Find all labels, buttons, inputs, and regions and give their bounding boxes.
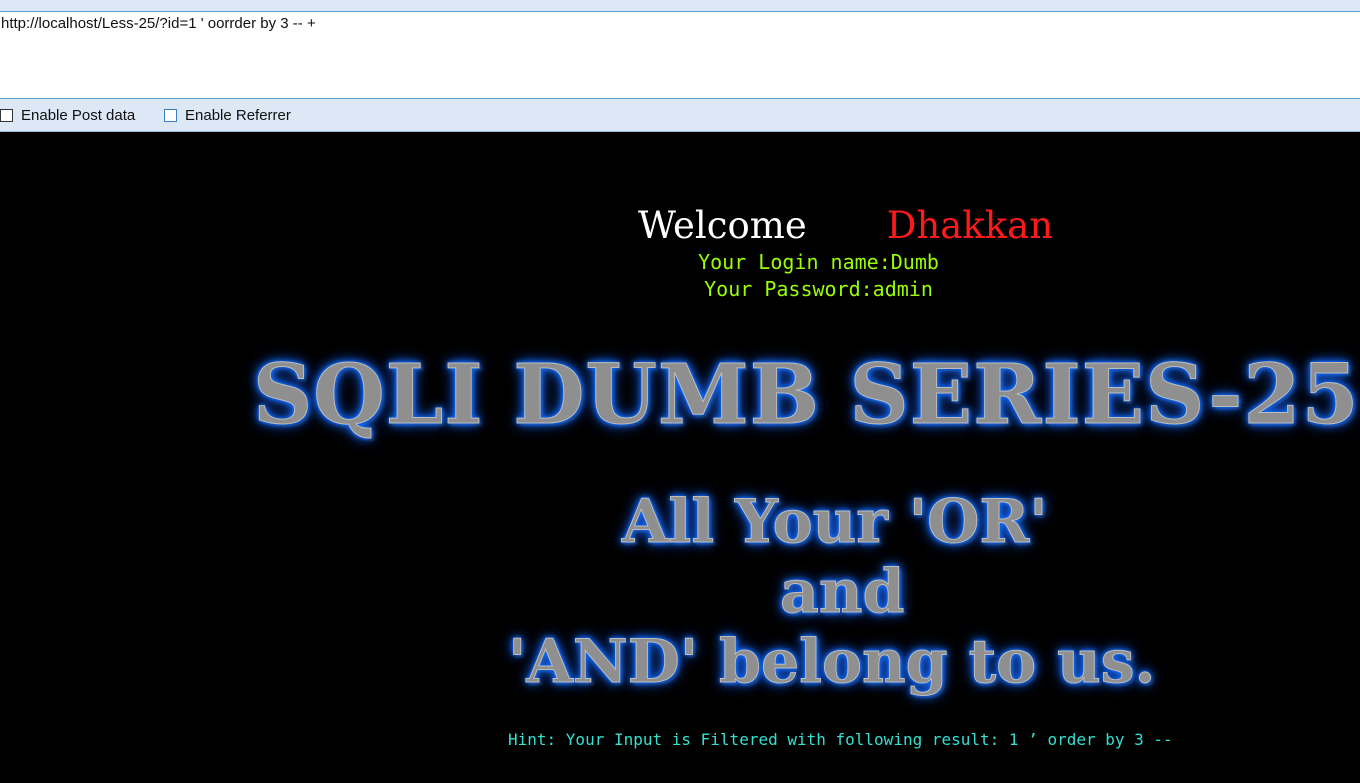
banner-line-belong: 'AND' belong to us.	[507, 627, 1156, 698]
url-input[interactable]	[0, 12, 1351, 95]
banner-line-and: and	[779, 557, 905, 628]
welcome-name: Dhakkan	[886, 204, 1054, 247]
enable-post-data-label: Enable Post data	[21, 106, 136, 124]
welcome-text: Welcome	[638, 204, 807, 247]
welcome-line: Welcome Dhakkan	[638, 204, 1053, 247]
url-input-area	[0, 12, 1360, 99]
login-name-text: Your Login name:Dumb	[698, 250, 939, 274]
password-text: Your Password:admin	[704, 277, 933, 301]
enable-post-data-checkbox[interactable]	[0, 108, 13, 122]
enable-referrer-label: Enable Referrer	[185, 106, 291, 124]
series-title-banner: SQLI DUMB SERIES-25	[253, 347, 1360, 444]
page-content: Welcome Dhakkan Your Login name:Dumb Your…	[0, 132, 1360, 783]
hackbar-toolbar	[0, 0, 1360, 12]
enable-referrer-checkbox[interactable]	[164, 108, 177, 122]
enable-referrer-option[interactable]: Enable Referrer	[164, 99, 291, 131]
banner-line-or: All Your 'OR'	[622, 487, 1049, 558]
options-bar: Enable Post data Enable Referrer	[0, 99, 1360, 132]
filter-hint: Hint: Your Input is Filtered with follow…	[508, 730, 1173, 749]
enable-post-data-option[interactable]: Enable Post data	[0, 99, 135, 131]
